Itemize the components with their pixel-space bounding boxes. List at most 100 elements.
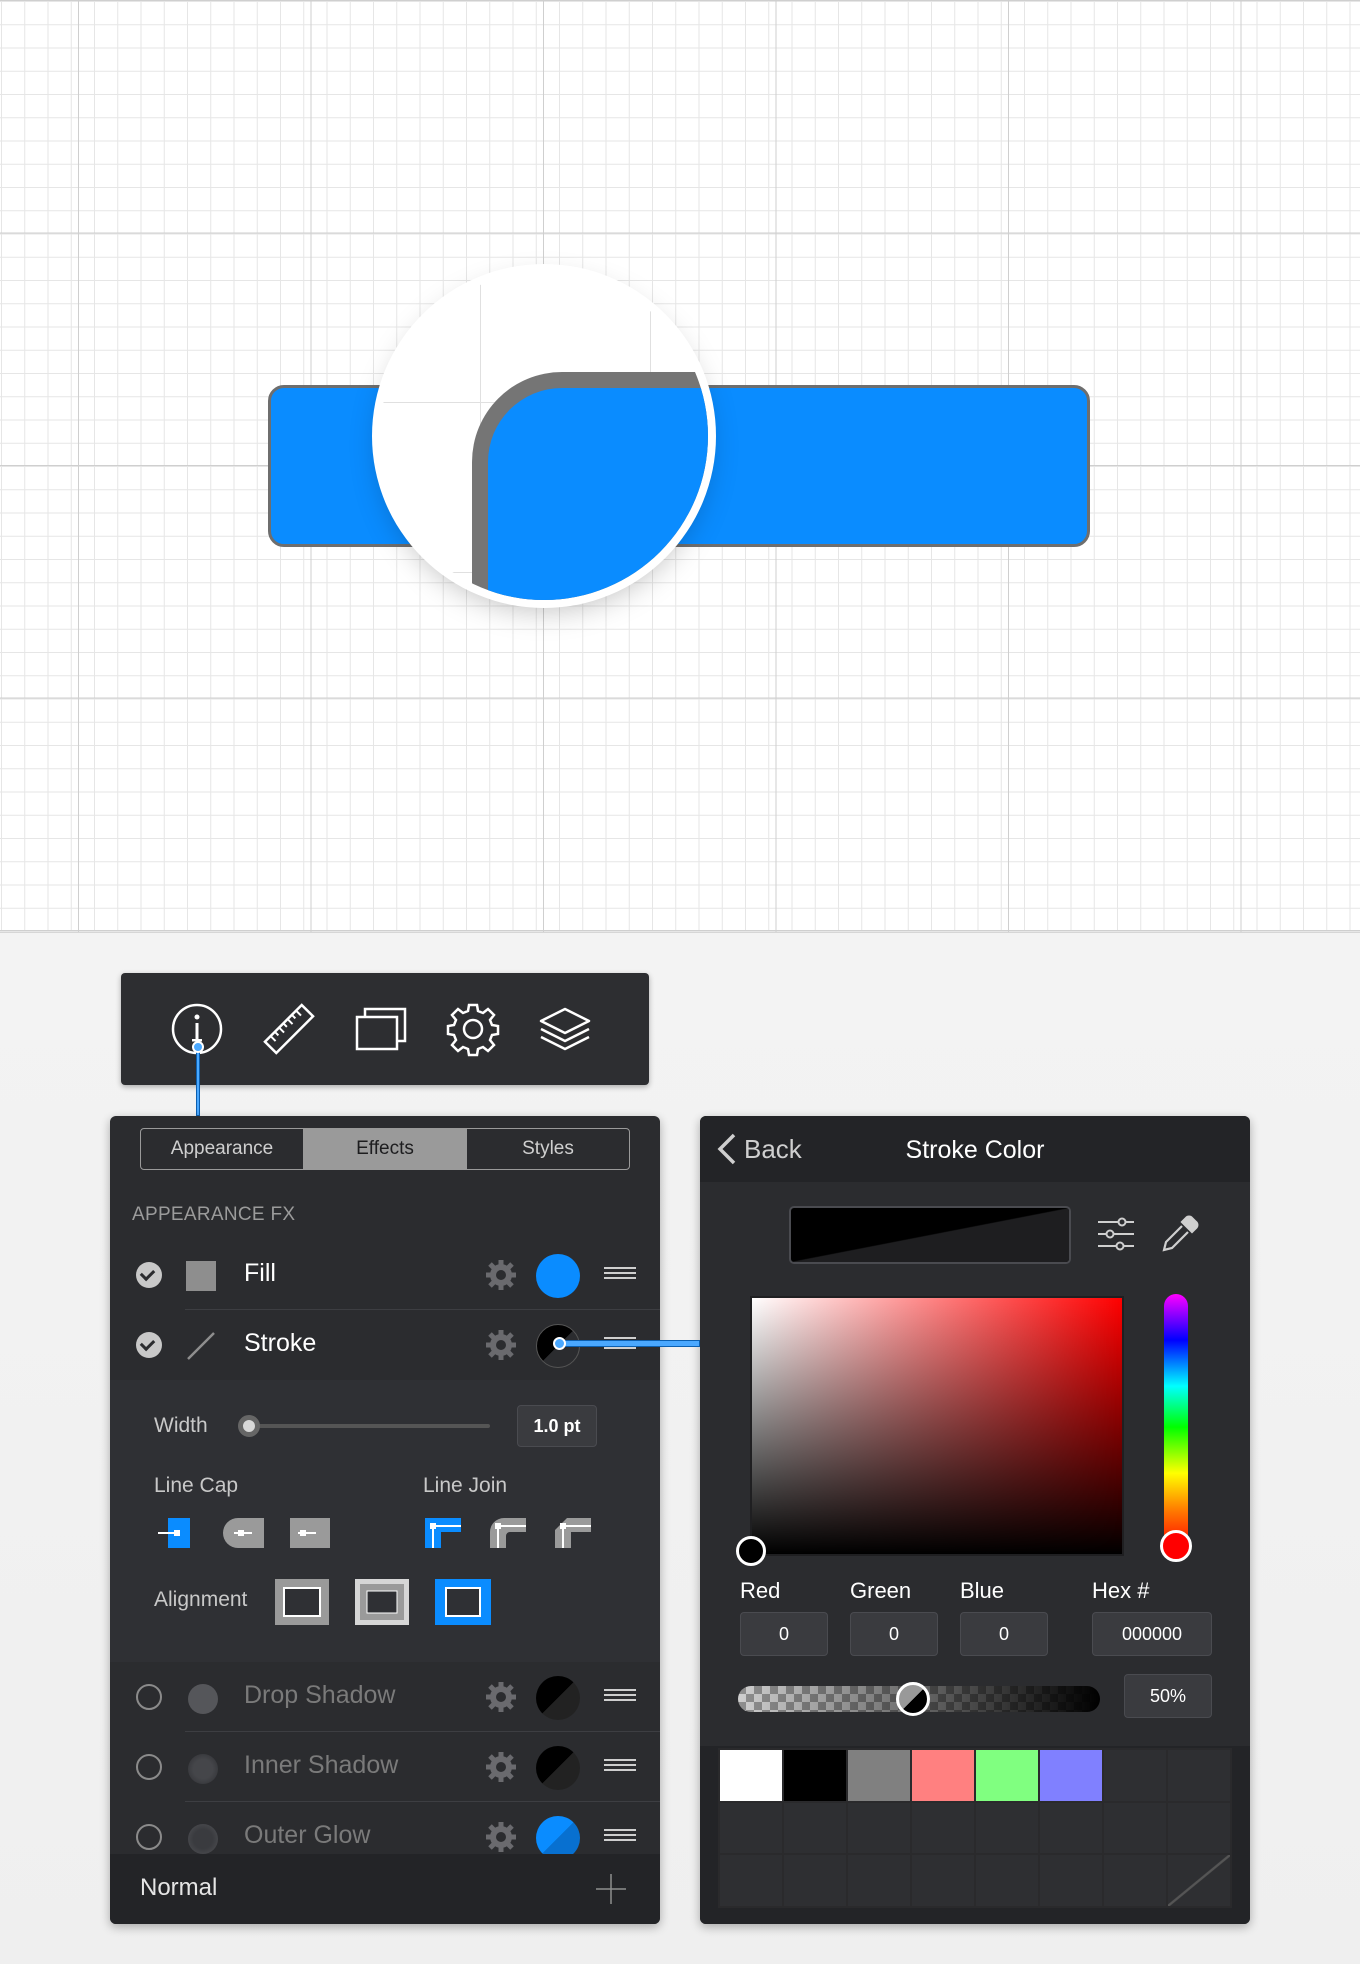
swatch-empty[interactable]: [784, 1802, 846, 1854]
saturation-brightness-knob[interactable]: [736, 1536, 766, 1566]
swatch-empty[interactable]: [1168, 1750, 1230, 1801]
opacity-slider-knob[interactable]: [896, 1682, 930, 1716]
fx-row-fill[interactable]: Fill: [110, 1240, 660, 1310]
stroke-enabled-checkbox[interactable]: [136, 1332, 162, 1358]
fx-label-stroke: Stroke: [244, 1329, 317, 1357]
outer-glow-thumb-icon: [188, 1824, 218, 1854]
join-miter-icon[interactable]: [423, 1516, 463, 1550]
stroke-color-panel: Back Stroke Color Red Green Blue Hex # 0…: [700, 1116, 1250, 1924]
hue-slider[interactable]: [1164, 1294, 1188, 1550]
tab-styles[interactable]: Styles: [467, 1129, 629, 1169]
artboards-icon[interactable]: [353, 1001, 409, 1057]
color-swatch-grid: [718, 1748, 1232, 1908]
sliders-icon[interactable]: [1096, 1214, 1136, 1254]
add-effect-plus-icon[interactable]: [596, 1874, 626, 1904]
swatch-light-green[interactable]: [976, 1750, 1038, 1801]
stroke-settings-section: Width 1.0 pt Line Cap Line Join Alignmen…: [110, 1380, 660, 1662]
tab-effects[interactable]: Effects: [304, 1129, 467, 1169]
inner-shadow-enabled-checkbox[interactable]: [136, 1754, 162, 1780]
magnified-fill-corner: [488, 388, 708, 600]
top-toolbar: [121, 973, 649, 1085]
inner-shadow-color-swatch[interactable]: [536, 1746, 580, 1790]
inner-shadow-settings-gear-icon[interactable]: [484, 1750, 518, 1784]
opacity-value-field[interactable]: 50%: [1124, 1674, 1212, 1718]
eyedropper-icon[interactable]: [1160, 1214, 1200, 1254]
swatch-empty[interactable]: [1168, 1802, 1230, 1854]
blend-mode-bar: Normal: [110, 1854, 660, 1924]
layers-icon[interactable]: [537, 1001, 593, 1057]
connector-line-vertical: [196, 1044, 200, 1116]
swatch-empty[interactable]: [1104, 1802, 1166, 1854]
width-slider-knob[interactable]: [238, 1415, 260, 1437]
hue-slider-knob[interactable]: [1160, 1530, 1192, 1562]
swatch-empty[interactable]: [784, 1855, 846, 1906]
fill-enabled-checkbox[interactable]: [136, 1262, 162, 1288]
zoom-magnifier: [380, 272, 708, 600]
tab-appearance[interactable]: Appearance: [141, 1129, 304, 1169]
swatch-empty[interactable]: [720, 1855, 782, 1906]
drop-shadow-enabled-checkbox[interactable]: [136, 1684, 162, 1710]
outer-glow-enabled-checkbox[interactable]: [136, 1824, 162, 1850]
align-inside-icon[interactable]: [274, 1578, 330, 1626]
connector-dot: [553, 1337, 566, 1350]
green-value-field[interactable]: 0: [850, 1612, 938, 1656]
stroke-line-icon: [187, 1332, 215, 1360]
fx-label-fill: Fill: [244, 1259, 276, 1287]
swatch-empty[interactable]: [1040, 1802, 1102, 1854]
swatch-empty[interactable]: [912, 1855, 974, 1906]
align-center-icon[interactable]: [354, 1578, 410, 1626]
fx-label-drop-shadow: Drop Shadow: [244, 1681, 396, 1709]
swatch-gray[interactable]: [848, 1750, 910, 1801]
swatch-empty[interactable]: [1104, 1855, 1166, 1906]
stroke-settings-gear-icon[interactable]: [484, 1328, 518, 1362]
panel-tab-bar: Appearance Effects Styles: [140, 1128, 630, 1170]
fill-color-swatch[interactable]: [536, 1254, 580, 1298]
fx-row-drop-shadow[interactable]: Drop Shadow: [110, 1662, 660, 1732]
width-value-field[interactable]: 1.0 pt: [517, 1405, 597, 1447]
cap-round-icon[interactable]: [220, 1516, 266, 1550]
outer-glow-settings-gear-icon[interactable]: [484, 1820, 518, 1854]
green-label: Green: [850, 1578, 912, 1603]
saturation-brightness-picker[interactable]: [750, 1296, 1124, 1556]
drawing-canvas[interactable]: [0, 0, 1360, 933]
swatch-empty[interactable]: [720, 1802, 782, 1854]
drag-handle-icon[interactable]: [604, 1689, 636, 1703]
drag-handle-icon[interactable]: [604, 1829, 636, 1843]
swatch-empty[interactable]: [976, 1855, 1038, 1906]
cap-square-icon[interactable]: [286, 1516, 332, 1550]
drag-handle-icon[interactable]: [604, 1267, 636, 1281]
swatch-light-blue[interactable]: [1040, 1750, 1102, 1801]
join-bevel-icon[interactable]: [553, 1516, 593, 1550]
swatch-light-red[interactable]: [912, 1750, 974, 1801]
join-round-icon[interactable]: [488, 1516, 528, 1550]
connector-dot: [192, 1041, 204, 1053]
drop-shadow-color-swatch[interactable]: [536, 1676, 580, 1720]
swatch-white[interactable]: [720, 1750, 782, 1801]
swatch-black[interactable]: [784, 1750, 846, 1801]
ruler-icon[interactable]: [261, 1001, 317, 1057]
swatch-no-color[interactable]: [1168, 1855, 1230, 1906]
blue-value-field[interactable]: 0: [960, 1612, 1048, 1656]
drop-shadow-settings-gear-icon[interactable]: [484, 1680, 518, 1714]
fx-row-inner-shadow[interactable]: Inner Shadow: [110, 1732, 660, 1802]
cap-butt-icon[interactable]: [154, 1516, 194, 1550]
width-slider-track[interactable]: [250, 1424, 490, 1428]
swatch-empty[interactable]: [1040, 1855, 1102, 1906]
swatch-empty[interactable]: [1104, 1750, 1166, 1801]
swatch-empty[interactable]: [848, 1802, 910, 1854]
line-cap-label: Line Cap: [154, 1474, 239, 1497]
alignment-label: Alignment: [154, 1588, 248, 1611]
fill-square-icon: [186, 1261, 216, 1291]
fill-settings-gear-icon[interactable]: [484, 1258, 518, 1292]
settings-gear-icon[interactable]: [445, 1001, 501, 1057]
drag-handle-icon[interactable]: [604, 1759, 636, 1773]
color-preview-box: [789, 1206, 1071, 1264]
red-value-field[interactable]: 0: [740, 1612, 828, 1656]
swatch-empty[interactable]: [848, 1855, 910, 1906]
align-outside-icon[interactable]: [434, 1578, 492, 1626]
hex-value-field[interactable]: 000000: [1092, 1612, 1212, 1656]
swatch-empty[interactable]: [912, 1802, 974, 1854]
blend-mode-select[interactable]: Normal: [140, 1874, 217, 1902]
fx-label-outer-glow: Outer Glow: [244, 1821, 371, 1849]
swatch-empty[interactable]: [976, 1802, 1038, 1854]
